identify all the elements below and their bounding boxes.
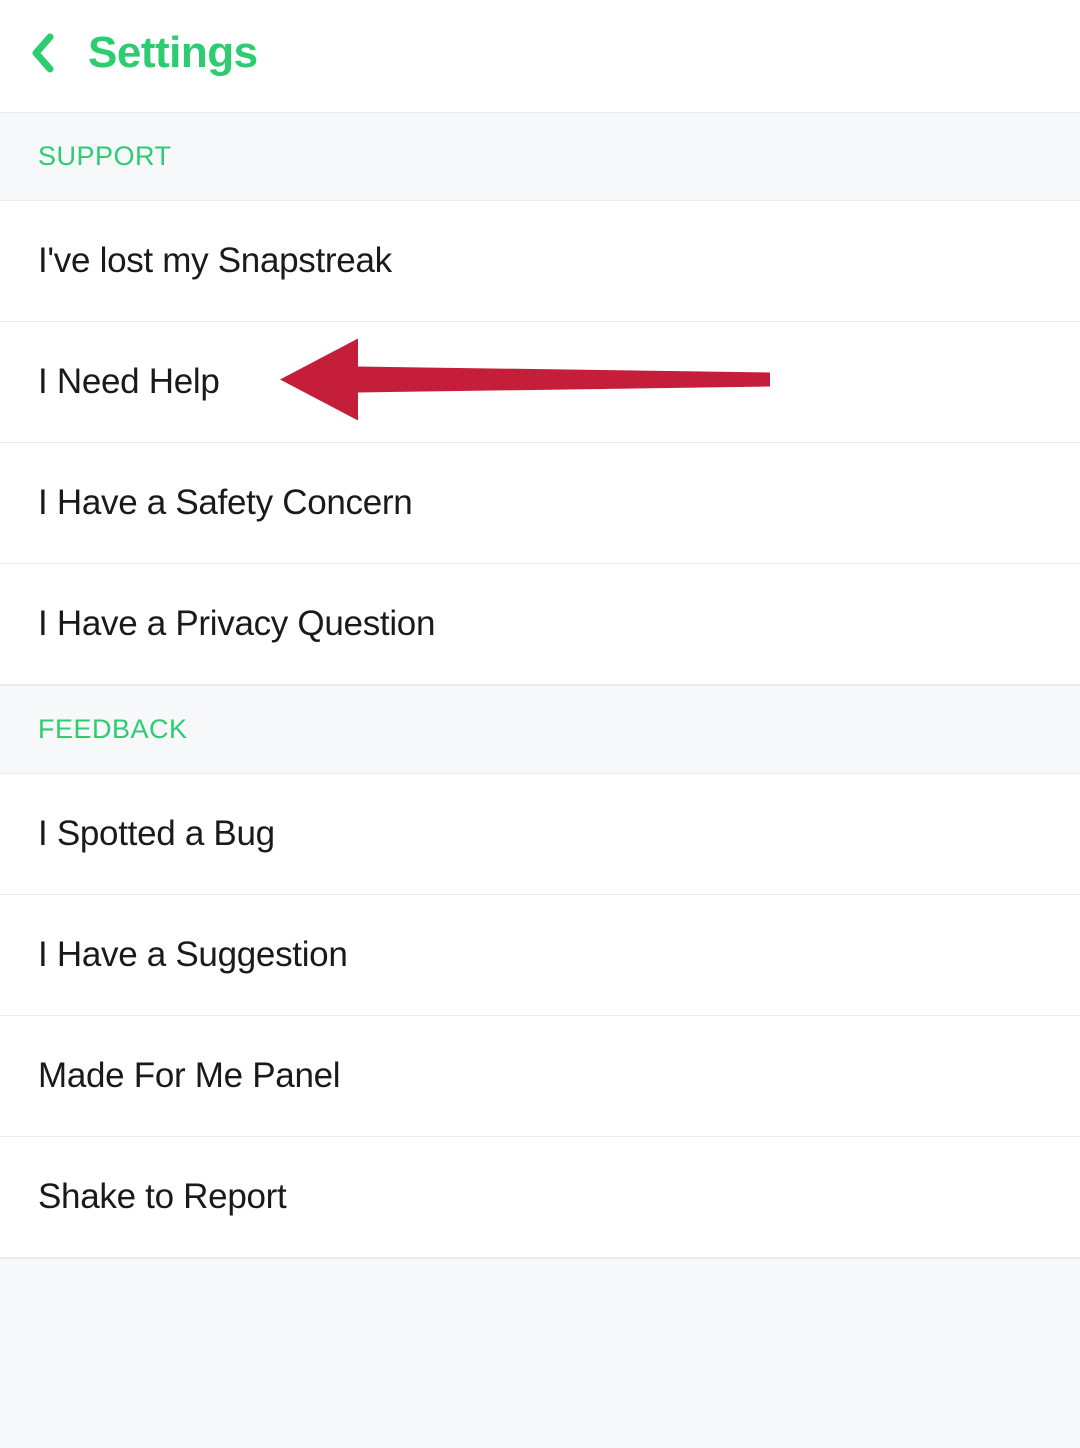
page-title: Settings (88, 28, 258, 78)
feedback-item-bug[interactable]: I Spotted a Bug (0, 774, 1080, 895)
back-icon[interactable] (30, 33, 56, 73)
section-header-label: FEEDBACK (38, 714, 1042, 745)
section-header-support: SUPPORT (0, 112, 1080, 201)
list-item-label: Shake to Report (38, 1177, 1042, 1217)
feedback-item-panel[interactable]: Made For Me Panel (0, 1016, 1080, 1137)
list-item-label: I Spotted a Bug (38, 814, 1042, 854)
list-item-label: Made For Me Panel (38, 1056, 1042, 1096)
list-item-label: I Have a Suggestion (38, 935, 1042, 975)
section-footer (0, 1258, 1080, 1448)
support-item-help[interactable]: I Need Help (0, 322, 1080, 443)
list-item-label: I Need Help (38, 362, 1042, 402)
support-item-snapstreak[interactable]: I've lost my Snapstreak (0, 201, 1080, 322)
section-header-feedback: FEEDBACK (0, 685, 1080, 774)
support-item-safety[interactable]: I Have a Safety Concern (0, 443, 1080, 564)
header: Settings (0, 0, 1080, 112)
list-item-label: I Have a Safety Concern (38, 483, 1042, 523)
list-item-label: I've lost my Snapstreak (38, 241, 1042, 281)
section-header-label: SUPPORT (38, 141, 1042, 172)
feedback-item-suggestion[interactable]: I Have a Suggestion (0, 895, 1080, 1016)
support-item-privacy[interactable]: I Have a Privacy Question (0, 564, 1080, 685)
list-item-label: I Have a Privacy Question (38, 604, 1042, 644)
feedback-item-shake[interactable]: Shake to Report (0, 1137, 1080, 1258)
